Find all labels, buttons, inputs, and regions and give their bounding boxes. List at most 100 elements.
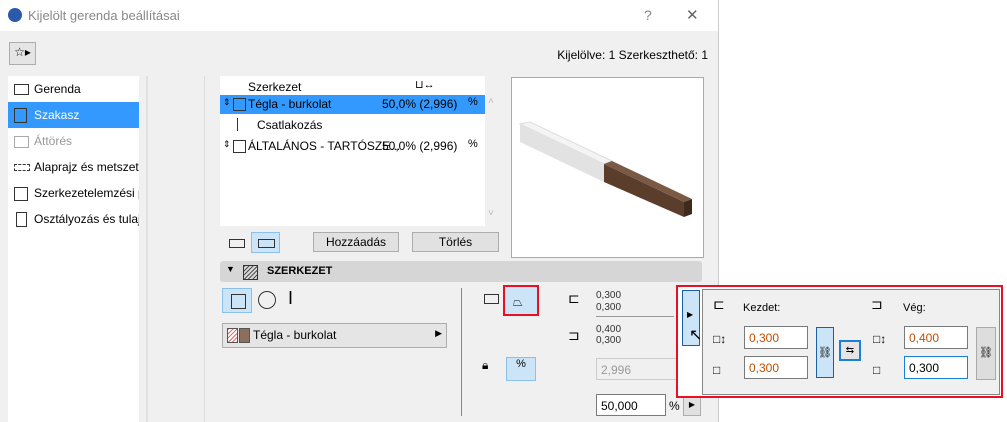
percent-icon[interactable]: % [468,138,478,150]
percent-icon[interactable]: % [468,96,478,108]
list-row-selected[interactable]: ⇕ Tégla - burkolat 50,0% (2,996) % [220,95,485,114]
close-button[interactable]: ✕ [686,6,699,24]
tree-line [237,118,238,131]
hatch-icon [233,140,246,153]
percent-icon: % [516,358,526,370]
start-height-input[interactable]: 0,300 [744,326,808,349]
favorites-button[interactable]: ☆▸ [9,42,36,65]
chain-link-icon: ⛓ [979,347,993,359]
height-icon: □↕ [713,332,727,346]
sidebar-item-label: Gerenda [34,82,81,96]
selection-status: Kijelölve: 1 Szerkeszthető: 1 [557,48,708,62]
sidebar-item-label: Szerkezetelemzési paraméter... [34,186,139,200]
sidebar-item-label: Szakasz [34,108,80,122]
scroll-down-icon[interactable]: ˅ [488,208,494,219]
sidebar-item-szakasz[interactable]: Szakasz [8,102,139,128]
start-width-input[interactable]: 0,300 [744,356,808,379]
title-bar: Kijelölt gerenda beállításai ? ✕ [0,0,718,31]
hole-icon [14,136,29,148]
floorplan-icon [14,164,30,171]
section-title: SZERKEZET [267,265,333,277]
star-icon: ☆▸ [14,45,31,59]
tapered-profile-button[interactable]: ⏢ [503,285,539,316]
profile-popup: ⊏ Kezdet: ⊐ Vég: □↕ 0,300 □ 0,300 ⛓ ⇆ □↕… [702,289,1000,395]
section-header[interactable]: ▼ SZERKEZET [220,261,702,282]
rectangle-icon [229,239,245,248]
divider [204,76,205,422]
start-profile-icon: ⊏ [713,296,725,312]
sidebar-item-alaprajz[interactable]: Alaprajz és metszet [8,154,139,180]
height-icon: □↕ [873,332,887,346]
hatch-icon [233,98,246,111]
window-title: Kijelölt gerenda beállításai [28,8,180,23]
list-row[interactable]: ⇕ ÁLTALÁNOS - TARTÓSZE... 50,0% (2,996) … [220,137,485,156]
column-header-structure: Szerkezet [248,80,302,94]
end-label: Vég: [903,302,926,314]
arrow-right-icon: ▶ [435,328,442,338]
end-profile-icon: ⊐ [871,296,883,312]
splitter[interactable] [146,76,148,422]
material-name: Tégla - burkolat [253,328,337,342]
help-button[interactable]: ? [644,7,652,23]
beam-icon [14,84,29,95]
end-profile-icon: ⊐ [568,327,580,343]
start-link-button[interactable]: ⛓ [816,327,834,378]
drag-handle-icon[interactable]: ⇕ [223,97,231,108]
structural-icon [14,187,28,201]
end-height-input[interactable]: 0,400 [904,326,968,349]
i-profile-button[interactable]: I [288,288,293,309]
mouse-cursor-icon: ↖ [689,327,703,344]
uniform-view-button[interactable] [225,232,247,252]
segmented-beam-icon [258,239,275,248]
width-icon: □ [873,363,881,377]
collapse-icon[interactable]: ▼ [226,264,235,274]
swap-button[interactable]: ⇆ [839,340,861,361]
sidebar-item-gerenda[interactable]: Gerenda [8,76,139,102]
sidebar-item-osztalyozas[interactable]: Osztályozás és tulajdonságok [8,206,139,232]
list-scrollbar[interactable]: ˄ ˅ [485,96,499,226]
scroll-up-icon[interactable]: ˄ [488,96,494,107]
row-name: ÁLTALÁNOS - TARTÓSZE... [248,139,401,153]
structure-list: Szerkezet ⊔↔ ⇕ Tégla - burkolat 50,0% (2… [220,76,485,226]
surface-swatch-icon [239,328,250,343]
sidebar-item-szerkezetelemzesi[interactable]: Szerkezetelemzési paraméter... [8,180,139,206]
cut-fill-icon [227,328,238,343]
start-label: Kezdet: [743,302,781,314]
length-input[interactable]: 2,996 [596,358,686,380]
width-icon: □ [713,363,721,377]
row-value: 50,0% (2,996) [382,97,458,111]
add-button[interactable]: Hozzáadás [313,232,399,252]
end-link-button[interactable]: ⛓ [976,327,996,380]
swap-arrows-icon: ⇆ [845,345,855,356]
row-name: Tégla - burkolat [248,97,332,111]
circular-profile-button[interactable] [258,291,276,309]
uniform-profile-button[interactable] [484,294,499,304]
end-width-value: 0,300 [596,335,622,346]
rectangular-profile-button[interactable] [222,288,252,313]
sidebar-item-label: Áttörés [34,134,73,148]
end-height-value: 0,400 [596,324,622,335]
delete-button[interactable]: Törlés [412,232,499,252]
segmented-view-button[interactable] [251,232,280,253]
start-width-value: 0,300 [596,302,622,313]
app-logo-icon [8,8,22,22]
material-select[interactable]: Tégla - burkolat ▶ [222,323,447,348]
sidebar-item-label: Alaprajz és metszet [34,160,139,174]
document-icon [16,212,27,227]
beam-preview-image [518,121,692,217]
start-height-value: 0,300 [596,290,622,301]
drag-handle-icon[interactable]: ⇕ [223,139,231,150]
lock-length-button[interactable]: 🔒︎ [482,358,488,373]
taper-icon: ⏢ [513,295,523,309]
row-name[interactable]: Csatlakozás [257,118,322,132]
row-value: 50,0% (2,996) [382,139,458,153]
end-width-input[interactable]: 0,300 [904,356,968,379]
thickness-header-icon: ⊔↔ [415,79,435,91]
3d-preview [511,77,704,258]
hatch-icon [243,265,258,280]
percent-length-button[interactable]: % [506,357,536,381]
percent-unit: % [669,399,680,413]
square-icon [231,294,246,309]
percent-input[interactable]: 50,000 [596,394,666,416]
sidebar-item-attores[interactable]: Áttörés [8,128,139,154]
